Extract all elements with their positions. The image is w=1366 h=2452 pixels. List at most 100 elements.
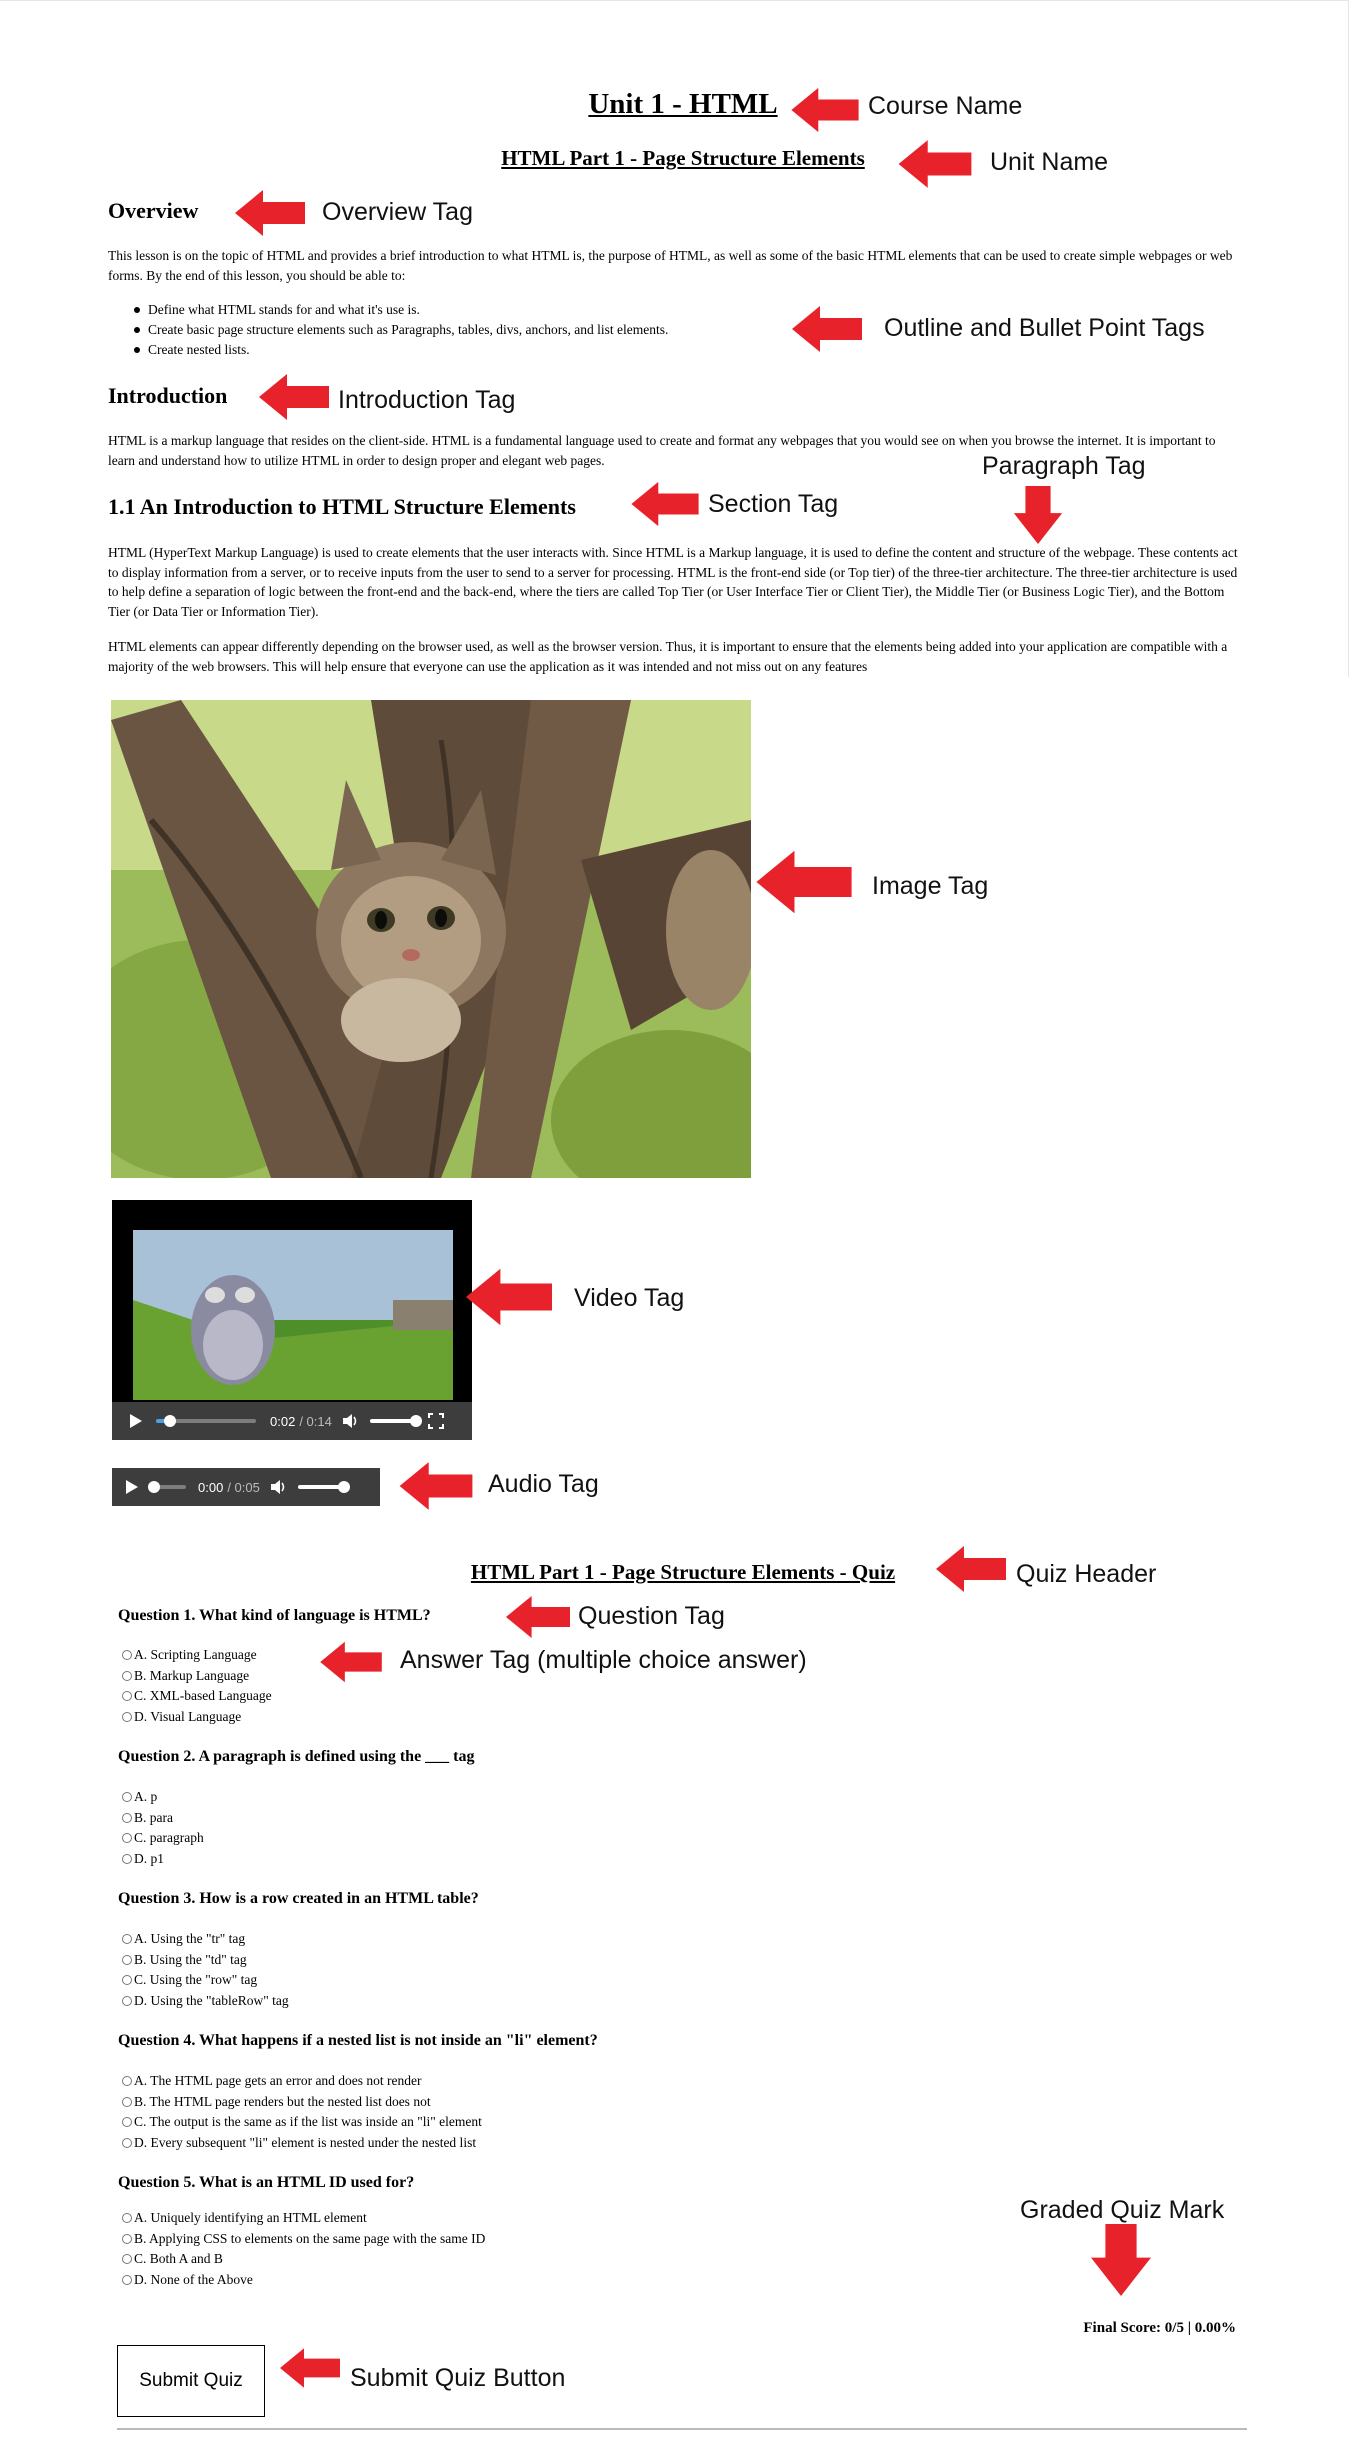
answer-option[interactable]: A. Uniquely identifying an HTML element: [122, 2208, 485, 2229]
submit-quiz-button[interactable]: Submit Quiz: [117, 2345, 265, 2417]
radio-button[interactable]: [122, 2233, 132, 2244]
question-1: Question 1. What kind of language is HTM…: [118, 1607, 431, 1624]
video-duration: / 0:14: [299, 1413, 332, 1429]
arrow-left-icon: [466, 1264, 552, 1330]
section-heading: 1.1 An Introduction to HTML Structure El…: [108, 494, 576, 519]
video-controls: 0:02 / 0:14: [112, 1402, 472, 1440]
question-3: Question 3. How is a row created in an H…: [118, 1890, 479, 1907]
annotation-quiz-header: Quiz Header: [1016, 1560, 1157, 1588]
arrow-left-icon: [890, 138, 980, 190]
introduction-heading: Introduction: [108, 383, 228, 408]
audio-progress-bar[interactable]: [148, 1481, 186, 1493]
answer-option[interactable]: D. Every subsequent "li" element is nest…: [122, 2133, 482, 2154]
radio-button[interactable]: [122, 1934, 132, 1945]
answer-option[interactable]: A. Scripting Language: [122, 1645, 272, 1666]
arrow-left-icon: [784, 304, 870, 354]
arrow-left-icon: [630, 480, 700, 528]
radio-button[interactable]: [122, 2274, 132, 2285]
arrow-left-icon: [756, 848, 852, 916]
answer-list-2: A. p B. para C. paragraph D. p1: [122, 1787, 204, 1869]
annotation-question-tag: Question Tag: [578, 1602, 725, 1630]
question-5: Question 5. What is an HTML ID used for?: [118, 2174, 415, 2191]
annotation-introduction-tag: Introduction Tag: [338, 386, 516, 414]
arrow-left-icon: [256, 372, 332, 422]
video-volume-slider[interactable]: [369, 1415, 422, 1427]
answer-option[interactable]: B. The HTML page renders but the nested …: [122, 2092, 482, 2113]
answer-option[interactable]: A. p: [122, 1787, 204, 1808]
radio-button[interactable]: [122, 2117, 132, 2128]
overview-heading: Overview: [108, 198, 199, 223]
answer-option[interactable]: B. Applying CSS to elements on the same …: [122, 2229, 485, 2250]
answer-option[interactable]: B. para: [122, 1808, 204, 1829]
arrow-left-icon: [506, 1594, 570, 1640]
arrow-left-icon: [396, 1460, 476, 1512]
annotation-outline-tags: Outline and Bullet Point Tags: [884, 314, 1205, 342]
radio-button[interactable]: [122, 1833, 132, 1844]
annotation-overview-tag: Overview Tag: [322, 198, 473, 226]
volume-knob[interactable]: [337, 1481, 350, 1493]
course-title: Unit 1 - HTML: [588, 88, 778, 120]
play-icon[interactable]: [126, 1480, 138, 1494]
answer-option[interactable]: A. Using the "tr" tag: [122, 1929, 289, 1950]
annotation-graded-quiz-mark: Graded Quiz Mark: [1020, 2196, 1225, 2224]
arrow-left-icon: [936, 1542, 1006, 1596]
audio-volume-slider[interactable]: [297, 1481, 350, 1493]
volume-icon[interactable]: [342, 1413, 360, 1429]
section-paragraph-2: HTML elements can appear differently dep…: [108, 639, 1228, 674]
answer-list-1: A. Scripting Language B. Markup Language…: [122, 1645, 272, 1727]
fullscreen-icon[interactable]: [427, 1413, 444, 1429]
radio-button[interactable]: [122, 1650, 132, 1661]
answer-option[interactable]: C. Using the "row" tag: [122, 1970, 289, 1991]
audio-player[interactable]: 0:00 / 0:05: [112, 1468, 380, 1506]
radio-button[interactable]: [122, 1995, 132, 2006]
radio-button[interactable]: [122, 2137, 132, 2148]
volume-knob[interactable]: [409, 1415, 422, 1427]
radio-button[interactable]: [122, 1853, 132, 1864]
answer-option[interactable]: B. Markup Language: [122, 1666, 272, 1687]
video-player[interactable]: 0:02 / 0:14: [112, 1200, 472, 1440]
bobcat-kitten-image: [111, 700, 751, 1178]
annotation-image-tag: Image Tag: [872, 872, 989, 900]
answer-option[interactable]: C. paragraph: [122, 1828, 204, 1849]
answer-list-5: A. Uniquely identifying an HTML element …: [122, 2208, 485, 2290]
radio-button[interactable]: [122, 1711, 132, 1722]
image-graphic: [111, 700, 751, 1178]
answer-list-3: A. Using the "tr" tag B. Using the "td" …: [122, 1929, 289, 2011]
arrow-left-icon: [790, 86, 860, 134]
audio-progress-knob[interactable]: [148, 1481, 160, 1493]
annotation-audio-tag: Audio Tag: [488, 1470, 599, 1498]
radio-button[interactable]: [122, 1792, 132, 1803]
audio-duration: / 0:05: [227, 1479, 260, 1495]
answer-option[interactable]: D. Visual Language: [122, 1707, 272, 1728]
video-progress-knob[interactable]: [164, 1415, 176, 1427]
radio-button[interactable]: [122, 2076, 132, 2087]
annotation-section-tag: Section Tag: [708, 490, 839, 518]
volume-icon[interactable]: [270, 1479, 288, 1495]
answer-option[interactable]: C. XML-based Language: [122, 1686, 272, 1707]
answer-option[interactable]: B. Using the "td" tag: [122, 1950, 289, 1971]
annotation-unit-name: Unit Name: [990, 148, 1109, 176]
video-progress-bar[interactable]: [156, 1415, 256, 1427]
radio-button[interactable]: [122, 1954, 132, 1965]
radio-button[interactable]: [122, 1812, 132, 1823]
answer-option[interactable]: C. The output is the same as if the list…: [122, 2112, 482, 2133]
video-current-time: 0:02: [270, 1413, 296, 1429]
radio-button[interactable]: [122, 2254, 132, 2265]
play-icon[interactable]: [130, 1414, 142, 1428]
page: Unit 1 - HTML HTML Part 1 - Page Structu…: [0, 0, 1366, 2452]
radio-button[interactable]: [122, 1670, 132, 1681]
arrow-left-icon: [228, 188, 312, 238]
answer-option[interactable]: D. p1: [122, 1849, 204, 1870]
answer-option[interactable]: A. The HTML page gets an error and does …: [122, 2071, 482, 2092]
radio-button[interactable]: [122, 1691, 132, 1702]
radio-button[interactable]: [122, 2096, 132, 2107]
overview-paragraph: This lesson is on the topic of HTML and …: [108, 248, 1233, 283]
quiz-header: HTML Part 1 - Page Structure Elements - …: [470, 1560, 896, 1584]
answer-option[interactable]: D. Using the "tableRow" tag: [122, 1991, 289, 2012]
answer-option[interactable]: D. None of the Above: [122, 2270, 485, 2291]
outline-list: Define what HTML stands for and what it'…: [133, 300, 668, 360]
radio-button[interactable]: [122, 1975, 132, 1986]
answer-option[interactable]: C. Both A and B: [122, 2249, 485, 2270]
arrow-left-icon: [280, 2346, 340, 2390]
radio-button[interactable]: [122, 2213, 132, 2224]
